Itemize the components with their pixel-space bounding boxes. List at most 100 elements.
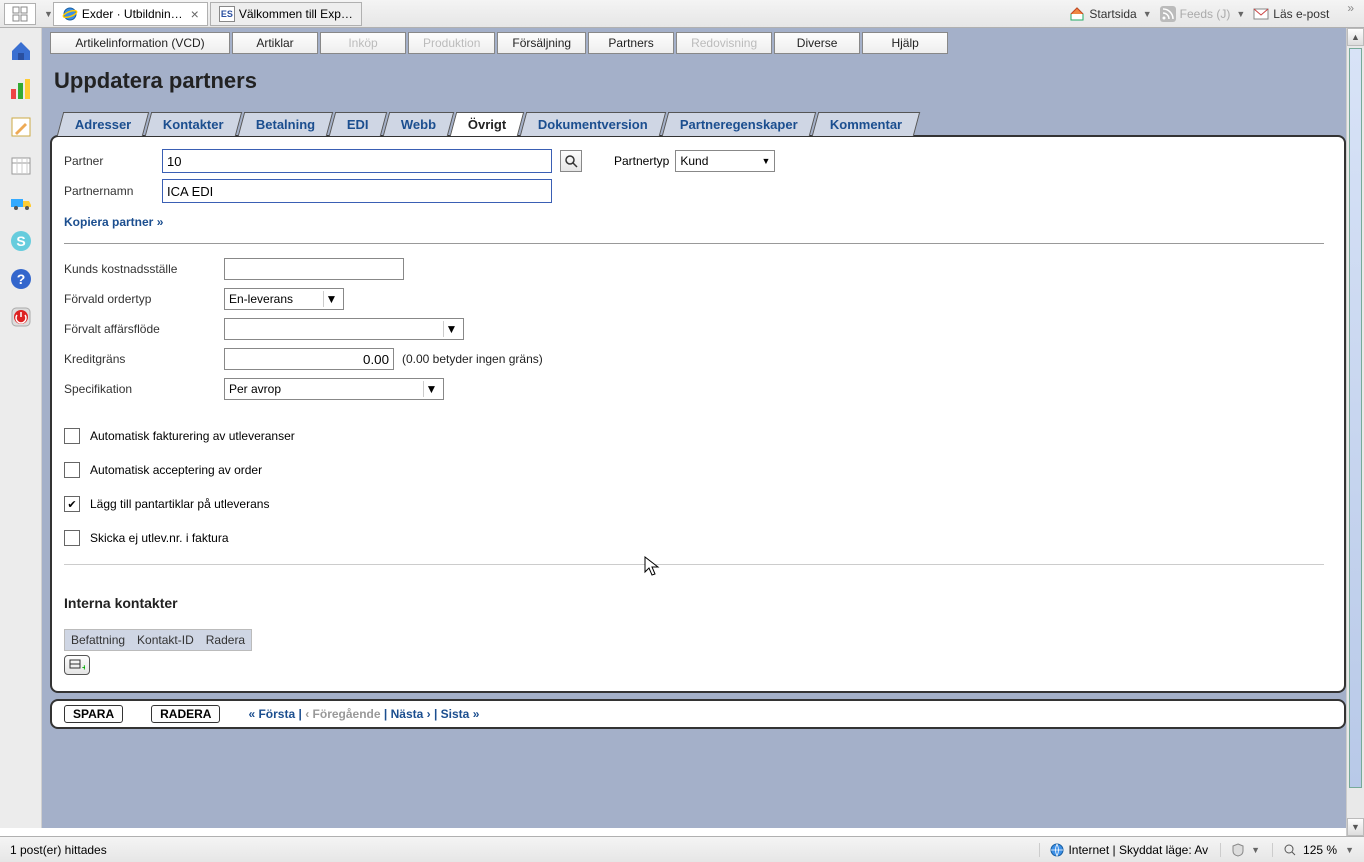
main-area: Artikelinformation (VCD) Artiklar Inköp …	[42, 28, 1364, 828]
checkbox-label: Lägg till pantartiklar på utleverans	[90, 497, 269, 511]
home-label: Startsida	[1089, 7, 1136, 21]
pager-next[interactable]: Nästa ›	[391, 707, 431, 721]
chevron-down-icon[interactable]: ▼	[1345, 845, 1354, 855]
status-bar: 1 post(er) hittades Internet | Skyddat l…	[0, 836, 1364, 862]
footer-nav: SPARA RADERA « Första | ‹ Föregående | N…	[50, 699, 1346, 729]
pager: « Första | ‹ Föregående | Nästa › | Sist…	[248, 707, 479, 721]
partnertyp-select[interactable]: Kund ▼	[675, 150, 775, 172]
partnernamn-input[interactable]	[162, 179, 552, 203]
expand-toolbar-icon[interactable]: »	[1347, 1, 1354, 15]
sidebar-power-icon[interactable]	[8, 304, 34, 330]
partner-search-button[interactable]	[560, 150, 582, 172]
status-security: Internet | Skyddat läge: Av	[1068, 843, 1208, 857]
partner-input[interactable]	[162, 149, 552, 173]
sidebar-chart-icon[interactable]	[8, 76, 34, 102]
tab-partneregenskaper[interactable]: Partneregenskaper	[662, 112, 816, 136]
globe-icon	[1050, 843, 1064, 857]
checkbox-label: Automatisk fakturering av utleveranser	[90, 429, 295, 443]
sidebar-truck-icon[interactable]	[8, 190, 34, 216]
tab-adresser[interactable]: Adresser	[57, 112, 150, 136]
delete-button[interactable]: RADERA	[151, 705, 220, 723]
tab-thumbnails-button[interactable]	[4, 3, 36, 25]
top-menu-partners[interactable]: Partners	[588, 32, 674, 54]
top-menu-diverse[interactable]: Diverse	[774, 32, 860, 54]
checkbox-label: Automatisk acceptering av order	[90, 463, 262, 477]
feeds-link: Feeds (J) ▼	[1160, 6, 1246, 22]
sidebar-home-icon[interactable]	[8, 38, 34, 64]
rss-icon	[1160, 6, 1176, 22]
sidebar-help-icon[interactable]: ?	[8, 266, 34, 292]
status-left: 1 post(er) hittades	[10, 843, 107, 857]
scroll-thumb[interactable]	[1349, 48, 1362, 788]
top-menu-title[interactable]: Artikelinformation (VCD)	[50, 32, 230, 54]
ordertyp-label: Förvald ordertyp	[64, 292, 224, 306]
specifikation-select[interactable]: Per avrop ▼	[224, 378, 444, 400]
left-sidebar: S ?	[0, 28, 42, 828]
chevron-down-icon: ▼	[423, 381, 439, 397]
es-favicon-icon: ES	[219, 6, 235, 22]
checkbox-skicka-ej[interactable]	[64, 530, 80, 546]
kreditgrans-note: (0.00 betyder ingen gräns)	[402, 352, 543, 366]
scroll-up-icon[interactable]: ▲	[1347, 28, 1364, 46]
feeds-label: Feeds (J)	[1180, 7, 1231, 21]
search-icon	[564, 154, 578, 168]
pager-first[interactable]: « Första	[248, 707, 295, 721]
scroll-down-icon[interactable]: ▼	[1347, 818, 1364, 836]
browser-tab-inactive[interactable]: ES Välkommen till Exp…	[210, 2, 362, 26]
tab-kommentar[interactable]: Kommentar	[812, 112, 921, 136]
tab-kontakter[interactable]: Kontakter	[145, 112, 242, 136]
chevron-down-icon[interactable]: ▼	[44, 9, 53, 19]
chevron-down-icon[interactable]: ▼	[1251, 845, 1260, 855]
mail-label: Läs e-post	[1273, 7, 1329, 21]
sidebar-calendar-icon[interactable]	[8, 152, 34, 178]
browser-tab-title: Exder · Utbildnin…	[82, 7, 183, 21]
sidebar-coin-icon[interactable]: S	[8, 228, 34, 254]
vertical-scrollbar[interactable]: ▲ ▼	[1346, 28, 1364, 836]
pager-prev: ‹ Föregående	[305, 707, 380, 721]
tab-edi[interactable]: EDI	[329, 112, 387, 136]
close-tab-icon[interactable]: ×	[191, 6, 199, 22]
home-link[interactable]: Startsida ▼	[1069, 6, 1151, 22]
copy-partner-link[interactable]: Kopiera partner »	[64, 215, 163, 229]
ie-favicon-icon	[62, 6, 78, 22]
home-icon	[1069, 6, 1085, 22]
kostnadsstalle-label: Kunds kostnadsställe	[64, 262, 224, 276]
top-menu-artiklar[interactable]: Artiklar	[232, 32, 318, 54]
tab-webb[interactable]: Webb	[383, 112, 455, 136]
affarsflode-select[interactable]: ▼	[224, 318, 464, 340]
zoom-control[interactable]: 125 % ▼	[1272, 843, 1354, 857]
th-befattning: Befattning	[65, 630, 131, 650]
interna-kontakter-heading: Interna kontakter	[64, 595, 1324, 611]
partnernamn-label: Partnernamn	[64, 184, 154, 198]
sidebar-edit-icon[interactable]	[8, 114, 34, 140]
top-menu-hjalp[interactable]: Hjälp	[862, 32, 948, 54]
mail-link[interactable]: Läs e-post	[1253, 6, 1329, 22]
top-menu-forsaljning[interactable]: Försäljning	[497, 32, 586, 54]
th-kontaktid: Kontakt-ID	[131, 630, 200, 650]
zoom-icon	[1283, 843, 1297, 857]
checkbox-auto-accept[interactable]	[64, 462, 80, 478]
kreditgrans-input[interactable]	[224, 348, 394, 370]
shield-icon[interactable]	[1231, 843, 1245, 857]
th-radera: Radera	[200, 630, 251, 650]
top-menu-produktion: Produktion	[408, 32, 495, 54]
chevron-down-icon[interactable]: ▼	[1143, 9, 1152, 19]
kostnadsstalle-input[interactable]	[224, 258, 404, 280]
mail-icon	[1253, 6, 1269, 22]
partnertyp-label: Partnertyp	[614, 154, 669, 168]
ordertyp-value: En-leverans	[229, 292, 293, 306]
browser-tab-active[interactable]: Exder · Utbildnin… ×	[53, 2, 208, 26]
pager-last[interactable]: Sista »	[441, 707, 480, 721]
browser-right-toolbar: Startsida ▼ Feeds (J) ▼ Läs e-post »	[1069, 6, 1354, 22]
ordertyp-select[interactable]: En-leverans ▼	[224, 288, 344, 310]
chevron-down-icon: ▼	[323, 291, 339, 307]
add-row-button[interactable]: +	[64, 655, 90, 675]
tab-dokumentversion[interactable]: Dokumentversion	[520, 112, 666, 136]
browser-tab-title: Välkommen till Exp…	[239, 7, 353, 21]
checkbox-pantartiklar[interactable]: ✔	[64, 496, 80, 512]
tab-ovrigt[interactable]: Övrigt	[450, 112, 525, 136]
save-button[interactable]: SPARA	[64, 705, 123, 723]
svg-text:+: +	[82, 663, 85, 671]
tab-betalning[interactable]: Betalning	[238, 112, 334, 136]
checkbox-auto-faktura[interactable]	[64, 428, 80, 444]
